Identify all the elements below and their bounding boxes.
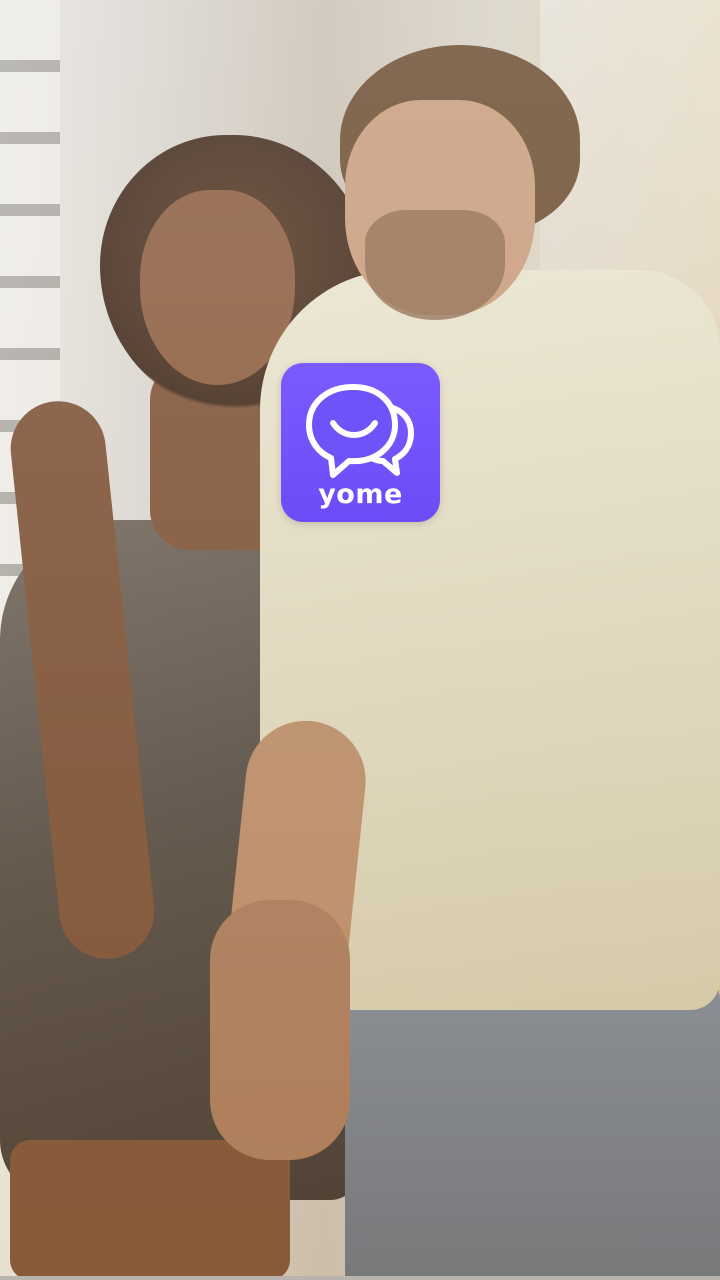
chat-bubbles-smile-icon	[306, 384, 414, 478]
photo-tint-overlay	[0, 0, 720, 1280]
app-logo: yome	[281, 363, 440, 522]
app-name: yome	[318, 479, 403, 510]
splash-screen: yome	[0, 0, 720, 1280]
bottom-edge	[0, 1276, 720, 1280]
